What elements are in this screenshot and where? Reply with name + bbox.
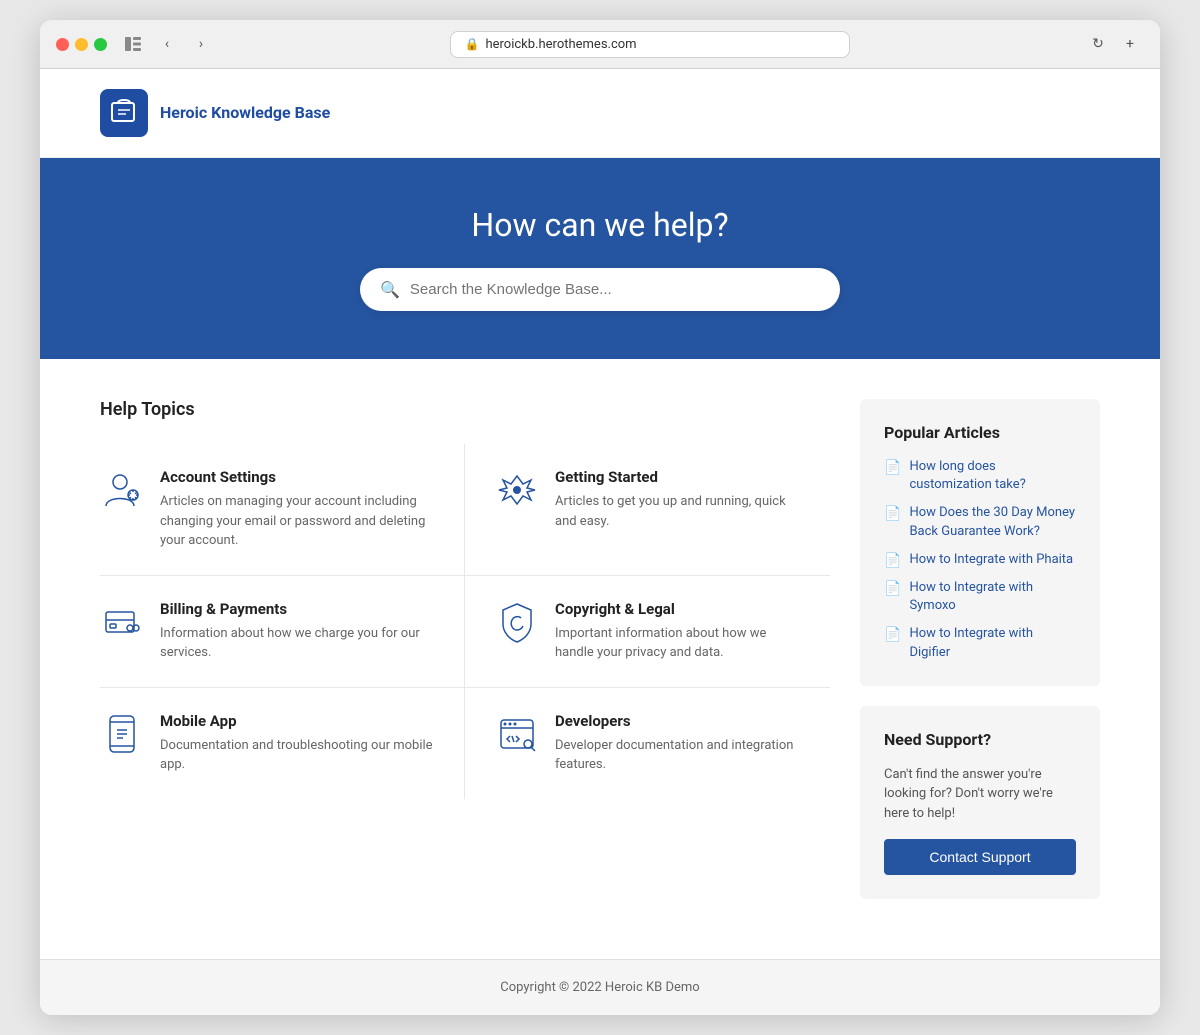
need-support-widget: Need Support? Can't find the answer you'… [860, 706, 1100, 900]
browser-chrome: ‹ › 🔒 heroickb.herothemes.com ↻ + [40, 20, 1160, 69]
dot-green[interactable] [94, 38, 107, 51]
sidebar-toggle-icon[interactable] [119, 30, 147, 58]
browser-window: ‹ › 🔒 heroickb.herothemes.com ↻ + [40, 20, 1160, 1015]
article-link[interactable]: How long does customization take? [909, 458, 1076, 494]
copyright-legal-info: Copyright & Legal Important information … [555, 600, 806, 663]
page-content: Heroic Knowledge Base How can we help? 🔍… [40, 69, 1160, 1015]
refresh-button[interactable]: ↻ [1084, 30, 1112, 58]
need-support-description: Can't find the answer you're looking for… [884, 765, 1076, 824]
topic-title: Developers [555, 712, 806, 730]
contact-support-button[interactable]: Contact Support [884, 839, 1076, 875]
popular-articles-widget: Popular Articles 📄 How long does customi… [860, 399, 1100, 686]
topic-desc: Information about how we charge you for … [160, 624, 434, 663]
topic-desc: Important information about how we handl… [555, 624, 806, 663]
topics-grid: Account Settings Articles on managing yo… [100, 444, 830, 799]
help-topics-title: Help Topics [100, 399, 830, 420]
mobile-app-icon [100, 712, 144, 756]
popular-article-item[interactable]: 📄 How long does customization take? [884, 458, 1076, 494]
dot-yellow[interactable] [75, 38, 88, 51]
popular-article-item[interactable]: 📄 How to Integrate with Phaita [884, 551, 1076, 569]
topic-title: Getting Started [555, 468, 806, 486]
billing-payments-icon [100, 600, 144, 644]
topic-title: Account Settings [160, 468, 434, 486]
browser-actions: ↻ + [1084, 30, 1144, 58]
url-text: heroickb.herothemes.com [485, 37, 636, 52]
address-bar[interactable]: 🔒 heroickb.herothemes.com [450, 31, 850, 58]
main-content: Help Topics Accou [40, 359, 1160, 959]
doc-icon: 📄 [884, 460, 901, 476]
doc-icon: 📄 [884, 553, 901, 569]
doc-icon: 📄 [884, 581, 901, 597]
browser-dots [56, 38, 107, 51]
topic-title: Copyright & Legal [555, 600, 806, 618]
topic-desc: Articles to get you up and running, quic… [555, 492, 806, 531]
topic-desc: Documentation and troubleshooting our mo… [160, 736, 434, 775]
site-header: Heroic Knowledge Base [40, 69, 1160, 158]
content-left: Help Topics Accou [100, 399, 830, 799]
topic-mobile-app[interactable]: Mobile App Documentation and troubleshoo… [100, 688, 465, 799]
doc-icon: 📄 [884, 627, 901, 643]
mobile-app-info: Mobile App Documentation and troubleshoo… [160, 712, 434, 775]
article-link[interactable]: How to Integrate with Phaita [909, 551, 1073, 569]
popular-articles-title: Popular Articles [884, 423, 1076, 442]
article-link[interactable]: How to Integrate with Symoxo [909, 579, 1076, 615]
search-bar: 🔍 [360, 268, 840, 311]
browser-controls: ‹ › [119, 30, 215, 58]
topic-title: Mobile App [160, 712, 434, 730]
hero-title: How can we help? [60, 206, 1140, 244]
search-input[interactable] [410, 281, 820, 298]
developers-info: Developers Developer documentation and i… [555, 712, 806, 775]
getting-started-info: Getting Started Articles to get you up a… [555, 468, 806, 531]
site-footer: Copyright © 2022 Heroic KB Demo [40, 959, 1160, 1015]
topic-desc: Articles on managing your account includ… [160, 492, 434, 551]
topic-getting-started[interactable]: Getting Started Articles to get you up a… [465, 444, 830, 576]
logo-icon [100, 89, 148, 137]
content-right: Popular Articles 📄 How long does customi… [860, 399, 1100, 919]
copyright-legal-icon [495, 600, 539, 644]
dot-red[interactable] [56, 38, 69, 51]
popular-article-item[interactable]: 📄 How Does the 30 Day Money Back Guarant… [884, 504, 1076, 540]
getting-started-icon [495, 468, 539, 512]
logo-text: Heroic Knowledge Base [160, 103, 330, 124]
topic-billing-payments[interactable]: Billing & Payments Information about how… [100, 576, 465, 688]
search-icon: 🔍 [380, 280, 400, 299]
logo-link[interactable]: Heroic Knowledge Base [100, 89, 330, 137]
article-link[interactable]: How to Integrate with Digifier [909, 625, 1076, 661]
popular-article-item[interactable]: 📄 How to Integrate with Symoxo [884, 579, 1076, 615]
developers-icon [495, 712, 539, 756]
topic-copyright-legal[interactable]: Copyright & Legal Important information … [465, 576, 830, 688]
topic-account-settings[interactable]: Account Settings Articles on managing yo… [100, 444, 465, 576]
forward-button[interactable]: › [187, 30, 215, 58]
hero-section: How can we help? 🔍 [40, 158, 1160, 359]
new-tab-button[interactable]: + [1116, 30, 1144, 58]
account-settings-info: Account Settings Articles on managing yo… [160, 468, 434, 551]
back-button[interactable]: ‹ [153, 30, 181, 58]
search-bar-wrapper: 🔍 [60, 268, 1140, 311]
lock-icon: 🔒 [465, 37, 480, 51]
doc-icon: 📄 [884, 506, 901, 522]
article-link[interactable]: How Does the 30 Day Money Back Guarantee… [909, 504, 1076, 540]
address-bar-container: 🔒 heroickb.herothemes.com [227, 31, 1072, 58]
topic-developers[interactable]: Developers Developer documentation and i… [465, 688, 830, 799]
topic-desc: Developer documentation and integration … [555, 736, 806, 775]
need-support-title: Need Support? [884, 730, 1076, 749]
popular-article-item[interactable]: 📄 How to Integrate with Digifier [884, 625, 1076, 661]
billing-payments-info: Billing & Payments Information about how… [160, 600, 434, 663]
footer-text: Copyright © 2022 Heroic KB Demo [500, 980, 699, 995]
account-settings-icon [100, 468, 144, 512]
topic-title: Billing & Payments [160, 600, 434, 618]
